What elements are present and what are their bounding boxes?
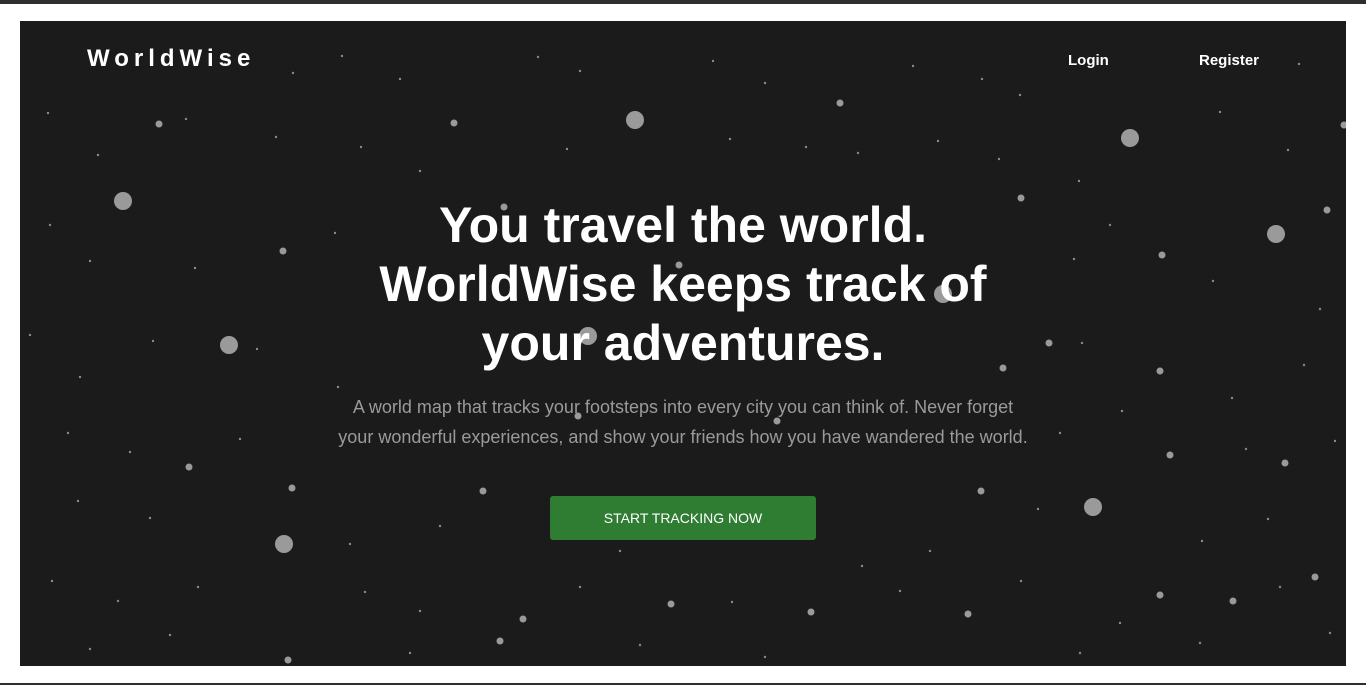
hero-section: WorldWise Login Register You travel the … [20, 21, 1346, 666]
hero-headline: You travel the world. WorldWise keeps tr… [379, 197, 987, 371]
login-link[interactable]: Login [1068, 52, 1109, 69]
top-border [0, 0, 1366, 4]
hero-subheadline: A world map that tracks your footsteps i… [338, 397, 1028, 447]
logo[interactable]: WorldWise [87, 45, 255, 73]
start-tracking-button[interactable]: START TRACKING NOW [550, 496, 816, 540]
top-nav: WorldWise Login Register [20, 21, 1346, 101]
register-link[interactable]: Register [1199, 52, 1259, 69]
medium-stars [155, 99, 1346, 664]
